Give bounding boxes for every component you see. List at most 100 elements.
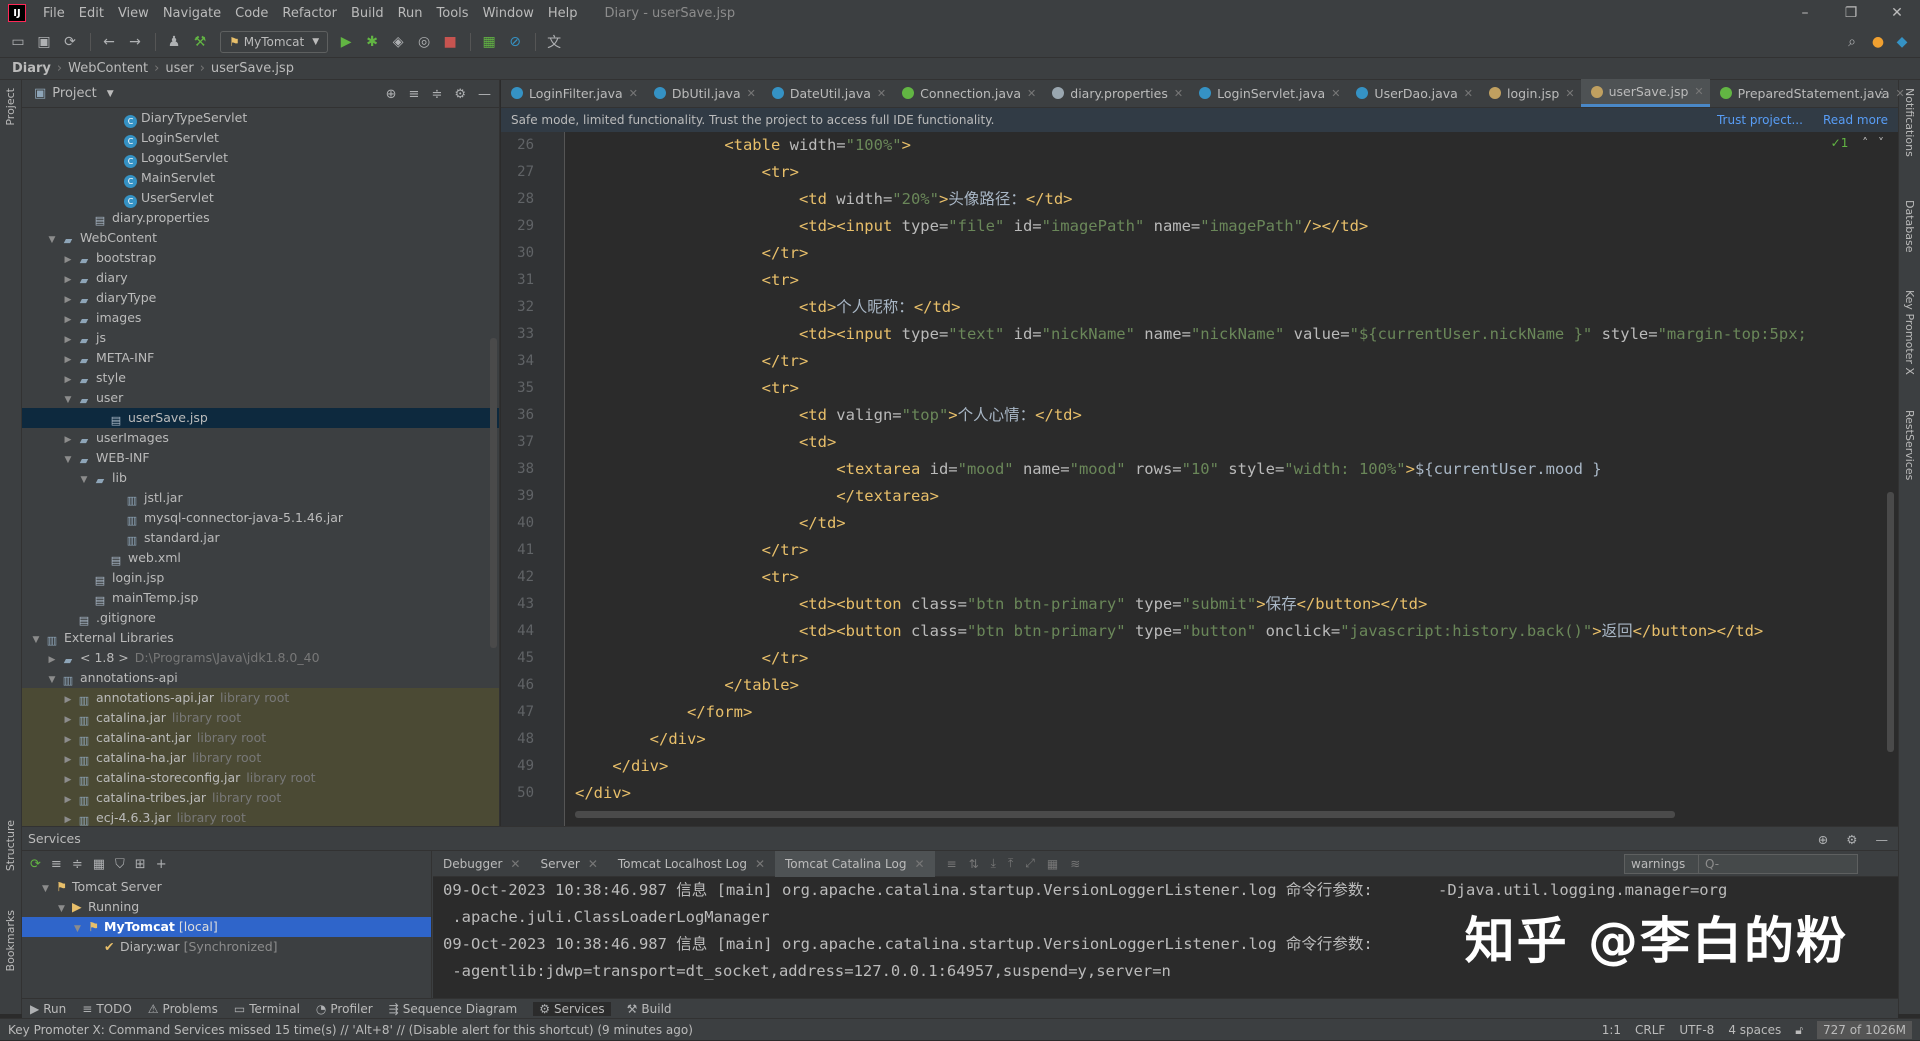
tree-row[interactable]: ▶ ▰ META-INF	[22, 348, 499, 368]
tool-window-build[interactable]: ⚒ Build	[627, 1002, 672, 1016]
services-tab[interactable]: Debugger ✕	[433, 851, 530, 877]
chevron-right-icon[interactable]: ▶	[60, 750, 76, 770]
tree-row[interactable]: C MainServlet	[22, 168, 499, 188]
close-icon[interactable]: ✕	[1174, 87, 1183, 100]
tree-row[interactable]: ▶ ▰ diaryType	[22, 288, 499, 308]
tree-row[interactable]: ▤ diary.properties	[22, 208, 499, 228]
tree-row[interactable]: ▶ ▰ diary	[22, 268, 499, 288]
more-tabs-icon[interactable]: ⋮	[1876, 86, 1888, 100]
scroll-icon[interactable]: ⇅	[969, 857, 979, 871]
code-line[interactable]: <tr>	[575, 267, 1898, 294]
tool-window-profiler[interactable]: ◔ Profiler	[316, 1002, 373, 1016]
close-icon[interactable]: ✕	[1464, 87, 1473, 100]
service-row[interactable]: ▼ ⚑ MyTomcat [local]	[22, 917, 431, 937]
toolbox-icon[interactable]: ◆	[1890, 30, 1914, 54]
coverage-icon[interactable]: ◈	[386, 30, 410, 54]
tool-window-sequence-diagram[interactable]: ⇶ Sequence Diagram	[389, 1002, 518, 1016]
tree-row[interactable]: ▼ ▥ External Libraries	[22, 628, 499, 648]
trust-project-link[interactable]: Trust project...	[1717, 113, 1803, 127]
tree-row[interactable]: ▶ ▰ style	[22, 368, 499, 388]
tree-row[interactable]: ▤ userSave.jsp	[22, 408, 499, 428]
close-icon[interactable]: ✕	[588, 857, 598, 871]
chevron-down-icon[interactable]: ▼	[28, 630, 44, 650]
close-icon[interactable]: ✕	[747, 87, 756, 100]
code-line[interactable]: <tr>	[575, 159, 1898, 186]
code-line[interactable]: <table width="100%">	[575, 132, 1898, 159]
code-line[interactable]: <td>个人昵称：</td>	[575, 294, 1898, 321]
code-line[interactable]: <td><input type="text" id="nickName" nam…	[575, 321, 1898, 348]
sync-icon[interactable]: ⟳	[58, 30, 82, 54]
chevron-right-icon[interactable]: ▶	[60, 770, 76, 790]
translate-icon[interactable]: 文	[542, 30, 566, 54]
tree-row[interactable]: ▤ login.jsp	[22, 568, 499, 588]
no-entry-icon[interactable]: ⊘	[503, 30, 527, 54]
vertical-scrollbar[interactable]	[1887, 492, 1894, 752]
chevron-down-icon[interactable]: ▼	[60, 450, 76, 470]
code-line[interactable]: <td><button class="btn btn-primary" type…	[575, 618, 1898, 645]
menu-file[interactable]: File	[36, 6, 72, 21]
tree-row[interactable]: C LogoutServlet	[22, 148, 499, 168]
strip-bookmarks[interactable]: Bookmarks	[4, 910, 17, 971]
editor-tab[interactable]: login.jsp ✕	[1479, 79, 1581, 107]
save-all-icon[interactable]: ▣	[32, 30, 56, 54]
tree-row[interactable]: ▶ ▥ catalina-ha.jar library root	[22, 748, 499, 768]
close-icon[interactable]: ✕	[1027, 87, 1036, 100]
chevron-down-icon[interactable]: ▼	[60, 390, 76, 410]
chevron-right-icon[interactable]: ▶	[44, 650, 60, 670]
globe-icon[interactable]: ⊕	[1818, 832, 1828, 847]
code-lines[interactable]: <table width="100%"> <tr> <td width="20%…	[575, 132, 1898, 807]
close-icon[interactable]: ✕	[877, 87, 886, 100]
code-line[interactable]: <tr>	[575, 375, 1898, 402]
menu-window[interactable]: Window	[476, 6, 541, 21]
print-icon[interactable]: ▦	[1047, 857, 1058, 871]
menu-tools[interactable]: Tools	[430, 6, 476, 21]
chevron-down-icon[interactable]: ▼	[44, 230, 60, 250]
chevron-right-icon[interactable]: ▶	[60, 430, 76, 450]
chevron-down-icon[interactable]: ▼	[58, 899, 72, 919]
open-folder-icon[interactable]: ▭	[6, 30, 30, 54]
tree-row[interactable]: ▤ .gitignore	[22, 608, 499, 628]
tree-row[interactable]: ▼ ▥ annotations-api	[22, 668, 499, 688]
breadcrumb-item[interactable]: Diary	[12, 61, 51, 76]
stop-icon[interactable]: ■	[438, 30, 462, 54]
search-icon[interactable]: ⌕	[1840, 30, 1864, 54]
close-icon[interactable]: ✕	[755, 857, 765, 871]
chevron-right-icon[interactable]: ▶	[60, 370, 76, 390]
log-line[interactable]: 09-Oct-2023 10:38:46.987 信息 [main] org.a…	[433, 877, 1898, 904]
caret-position[interactable]: 1:1	[1602, 1023, 1621, 1037]
inspection-widget[interactable]: ✓1 ˄ ˅	[1831, 136, 1884, 150]
chevron-right-icon[interactable]: ▶	[60, 310, 76, 330]
tree-scrollbar[interactable]	[490, 338, 497, 648]
editor-tab[interactable]: DbUtil.java ✕	[644, 79, 762, 107]
editor-tab[interactable]: userSave.jsp ✕	[1580, 79, 1710, 107]
lock-icon[interactable]: 🔓︎	[1795, 1023, 1803, 1038]
code-area[interactable]: 26 27 28 29 30 31 32 33 34 35 36 37 38 39 40 41 42 43 44 45…	[501, 132, 1898, 826]
file-encoding[interactable]: UTF-8	[1679, 1023, 1714, 1037]
tree-row[interactable]: ▶ ▰ userImages	[22, 428, 499, 448]
chevron-right-icon[interactable]: ▶	[60, 250, 76, 270]
code-line[interactable]: <td><button class="btn btn-primary" type…	[575, 591, 1898, 618]
menu-build[interactable]: Build	[344, 6, 391, 21]
menu-edit[interactable]: Edit	[72, 6, 111, 21]
tree-row[interactable]: ▼ ▰ WebContent	[22, 228, 499, 248]
memory-indicator[interactable]: 727 of 1026M	[1817, 1021, 1912, 1039]
tree-row[interactable]: ▼ ▰ WEB-INF	[22, 448, 499, 468]
editor-tab[interactable]: diary.properties ✕	[1042, 79, 1189, 107]
tool-window-run[interactable]: ▶ Run	[30, 1002, 66, 1016]
service-row[interactable]: ▼ ▶ Running	[22, 897, 431, 917]
editor-tab[interactable]: UserDao.java ✕	[1346, 79, 1479, 107]
breadcrumb-item[interactable]: user	[165, 61, 193, 76]
code-line[interactable]: </td>	[575, 510, 1898, 537]
tool-window-todo[interactable]: ≡ TODO	[82, 1002, 132, 1016]
expand-all-icon[interactable]: ≡	[409, 87, 420, 102]
tree-row[interactable]: ▥ jstl.jar	[22, 488, 499, 508]
gear-icon[interactable]: ⚙	[454, 87, 466, 102]
chevron-down-icon[interactable]: ▼	[42, 879, 56, 899]
code-line[interactable]: </div>	[575, 726, 1898, 753]
menu-run[interactable]: Run	[391, 6, 430, 21]
profile-icon[interactable]: ◎	[412, 30, 436, 54]
service-row[interactable]: ✔ Diary:war [Synchronized]	[22, 937, 431, 957]
tree-row[interactable]: ▶ ▰ < 1.8 > D:\Programs\Java\jdk1.8.0_40	[22, 648, 499, 668]
tree-row[interactable]: ▤ web.xml	[22, 548, 499, 568]
editor-tab[interactable]: Connection.java ✕	[892, 79, 1042, 107]
